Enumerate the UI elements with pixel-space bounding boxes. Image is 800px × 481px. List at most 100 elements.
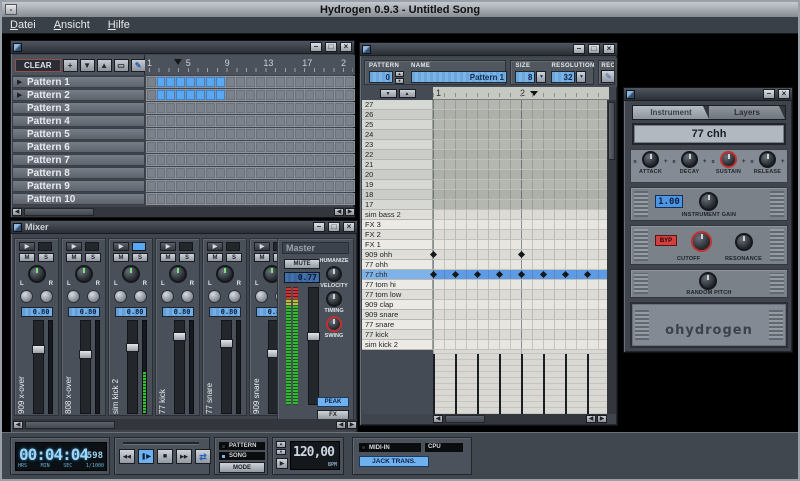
move-pattern-up-button[interactable]: ▲ (97, 59, 112, 72)
sequence-cell[interactable] (335, 181, 344, 191)
close-button[interactable]: × (343, 222, 355, 232)
instrument-gain-knob[interactable] (699, 192, 718, 211)
menu-item-hilfe[interactable]: Hilfe (108, 19, 130, 31)
scroll-right-icon[interactable]: ▶ (597, 415, 607, 423)
sequence-cell[interactable] (276, 142, 285, 152)
scroll-right-icon[interactable]: ▶ (347, 421, 357, 429)
sequence-cell[interactable] (286, 90, 295, 100)
sequence-cell[interactable] (286, 77, 295, 87)
sequence-cell[interactable] (305, 181, 314, 191)
sequence-cell[interactable] (226, 194, 235, 204)
sequence-cell[interactable] (216, 103, 225, 113)
sequence-cell[interactable] (305, 129, 314, 139)
note-diamond-icon[interactable] (452, 271, 459, 278)
sequence-cell[interactable] (157, 103, 166, 113)
sequence-cell[interactable] (315, 103, 324, 113)
sequence-cell[interactable] (325, 103, 334, 113)
sequence-cell[interactable] (305, 168, 314, 178)
instrument-name[interactable]: 17 (362, 200, 433, 210)
sequence-cell[interactable] (236, 103, 245, 113)
hear-down-button[interactable]: ▼ (380, 89, 397, 98)
velocity-bar[interactable] (543, 354, 545, 414)
sequence-cell[interactable] (256, 142, 265, 152)
sequence-cell[interactable] (176, 116, 185, 126)
draw-mode-button[interactable]: ✎ (131, 59, 146, 72)
sequence-cell[interactable] (266, 155, 275, 165)
sequence-cell[interactable] (276, 155, 285, 165)
channel-play-button[interactable]: ▶ (113, 242, 129, 251)
pattern-sequence-row[interactable] (146, 141, 355, 153)
pattern-sequence-row[interactable] (146, 193, 355, 205)
note-grid-row[interactable] (433, 310, 607, 320)
sequence-cell[interactable] (157, 129, 166, 139)
sequence-cell[interactable] (206, 168, 215, 178)
fader-handle[interactable] (126, 343, 139, 352)
sequence-cell[interactable] (226, 155, 235, 165)
sequence-cell[interactable] (196, 90, 205, 100)
pattern-sequence-row[interactable] (146, 115, 355, 127)
sequence-cell[interactable] (295, 194, 304, 204)
sequence-cell[interactable] (176, 129, 185, 139)
pan-knob[interactable] (75, 265, 93, 283)
sequence-cell[interactable] (226, 116, 235, 126)
sequence-cell[interactable] (325, 155, 334, 165)
sequence-cell[interactable] (186, 194, 195, 204)
sequence-cell[interactable] (325, 129, 334, 139)
sequence-cell[interactable] (276, 103, 285, 113)
sequence-cell[interactable] (236, 194, 245, 204)
sequence-cell[interactable] (147, 168, 156, 178)
sequence-cell[interactable] (266, 168, 275, 178)
sequence-cell[interactable] (236, 116, 245, 126)
sequence-cell[interactable] (216, 168, 225, 178)
hear-up-button[interactable]: ▲ (399, 89, 416, 98)
pattern-spinner[interactable]: ▲ ▼ (395, 71, 404, 83)
sequence-cell[interactable] (196, 181, 205, 191)
sequence-cell[interactable] (176, 90, 185, 100)
sequence-cell[interactable] (345, 77, 354, 87)
sequence-cell[interactable] (166, 194, 175, 204)
sequence-cell[interactable] (266, 129, 275, 139)
sequence-cell[interactable] (186, 168, 195, 178)
spin-down-icon[interactable]: ▼ (395, 78, 404, 84)
sequence-cell[interactable] (196, 168, 205, 178)
instrument-name[interactable]: 19 (362, 180, 433, 190)
note-grid-row[interactable] (433, 200, 607, 210)
fx2-send-knob[interactable] (181, 290, 194, 303)
note-grid-row[interactable] (433, 140, 607, 150)
pattern-name-cell[interactable]: Pattern 6 (12, 141, 145, 153)
sequence-cell[interactable] (286, 103, 295, 113)
instrument-name[interactable]: FX 3 (362, 220, 433, 230)
pattern-name-cell[interactable]: Pattern 10 (12, 193, 145, 205)
sequence-cell[interactable] (256, 194, 265, 204)
sequence-cell[interactable] (196, 77, 205, 87)
sequence-cell[interactable] (276, 168, 285, 178)
pattern-sequence-row[interactable] (146, 180, 355, 192)
pan-knob[interactable] (122, 265, 140, 283)
sequence-cell[interactable] (166, 168, 175, 178)
spin-up-icon[interactable]: ▲ (395, 71, 404, 77)
size-dropdown-icon[interactable]: ▼ (536, 71, 546, 83)
sequence-cell[interactable] (246, 168, 255, 178)
pattern-sequence-row[interactable] (146, 167, 355, 179)
mixer-titlebar[interactable]: Mixer – □ × (11, 221, 357, 234)
sequence-cell[interactable] (305, 142, 314, 152)
sequence-cell[interactable] (276, 181, 285, 191)
sequence-cell[interactable] (157, 116, 166, 126)
loop-button[interactable]: ⇄ (195, 449, 211, 464)
note-grid-row[interactable] (433, 280, 607, 290)
note-grid-row[interactable] (433, 240, 607, 250)
sequence-cell[interactable] (216, 77, 225, 87)
note-diamond-icon[interactable] (562, 271, 569, 278)
velocity-bar[interactable] (521, 354, 523, 414)
sequence-cell[interactable] (256, 181, 265, 191)
sequence-cell[interactable] (147, 194, 156, 204)
channel-volume-fader[interactable] (174, 320, 185, 414)
sequence-cell[interactable] (305, 103, 314, 113)
sequence-cell[interactable] (196, 194, 205, 204)
sequence-cell[interactable] (305, 90, 314, 100)
sequence-cell[interactable] (216, 194, 225, 204)
sequence-cell[interactable] (335, 90, 344, 100)
channel-play-button[interactable]: ▶ (207, 242, 223, 251)
note-grid-row[interactable] (433, 290, 607, 300)
sequence-cell[interactable] (206, 129, 215, 139)
